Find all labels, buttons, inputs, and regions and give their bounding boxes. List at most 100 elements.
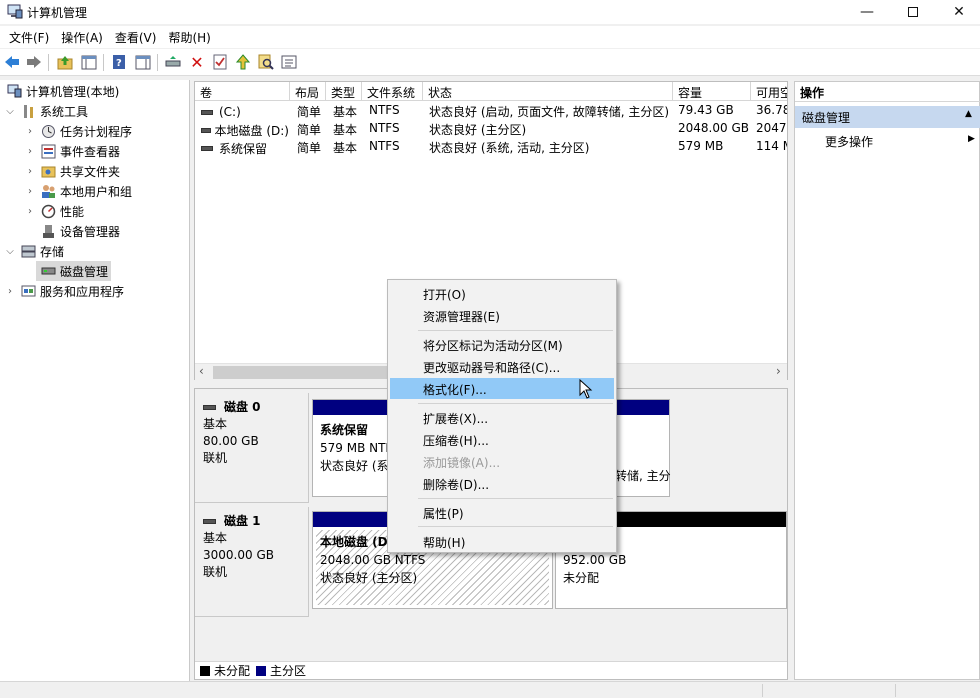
- menu-help[interactable]: 帮助(H): [162, 26, 216, 48]
- menu-item-explore[interactable]: 资源管理器(E): [390, 305, 614, 326]
- tree-item-services-apps[interactable]: › 服务和应用程序: [4, 281, 124, 301]
- tree-item-shared-folders[interactable]: › 共享文件夹: [24, 161, 120, 181]
- more-actions-item[interactable]: 更多操作: [825, 133, 873, 150]
- tree-item-system-tools[interactable]: ⌵ 系统工具: [4, 101, 88, 121]
- performance-icon: [40, 203, 56, 219]
- computer-management-icon: [6, 83, 22, 99]
- disk-type: 基本: [203, 417, 228, 431]
- collapse-up-icon[interactable]: ▲: [965, 109, 972, 119]
- show-hide-action-pane-button[interactable]: [134, 53, 152, 71]
- show-hide-tree-button[interactable]: [80, 53, 98, 71]
- menu-item-delete-volume[interactable]: 删除卷(D)...: [390, 473, 614, 494]
- connect-drive-button[interactable]: [164, 53, 182, 71]
- maximize-button[interactable]: [890, 0, 936, 24]
- disk-size: 80.00 GB: [203, 434, 259, 448]
- volume-name-cell: 本地磁盘 (D:): [197, 121, 289, 139]
- up-folder-button[interactable]: [56, 53, 74, 71]
- menu-item-properties[interactable]: 属性(P): [390, 502, 614, 523]
- menu-action[interactable]: 操作(A): [55, 26, 109, 48]
- forward-button[interactable]: [25, 53, 43, 71]
- disk-1-label[interactable]: 磁盘 1 基本 3000.00 GB 联机: [195, 507, 309, 617]
- delete-button[interactable]: ✕: [188, 52, 206, 72]
- column-header-filesystem[interactable]: 文件系统: [362, 82, 423, 101]
- status-cell: 状态良好 (启动, 页面文件, 故障转储, 主分区): [429, 105, 670, 119]
- column-header-type[interactable]: 类型: [326, 82, 362, 101]
- toolbar-separator: [48, 54, 49, 71]
- help-book-icon: ?: [113, 55, 125, 69]
- users-icon: [40, 183, 56, 199]
- tree-item-event-viewer[interactable]: › 事件查看器: [24, 141, 120, 161]
- red-x-icon: ✕: [190, 52, 204, 72]
- computer-management-icon: [7, 4, 23, 19]
- column-header-status[interactable]: 状态: [423, 82, 673, 101]
- mouse-cursor-icon: [579, 379, 593, 399]
- free-space-cell: 36.78: [756, 103, 787, 117]
- forward-arrow-icon: [27, 56, 41, 68]
- search-button[interactable]: [257, 53, 275, 71]
- chevron-right-icon[interactable]: ›: [24, 206, 36, 217]
- close-button[interactable]: ✕: [936, 0, 980, 24]
- volume-icon: [201, 109, 213, 115]
- type-cell: 基本: [333, 141, 358, 155]
- menu-item-extend-volume[interactable]: 扩展卷(X)...: [390, 407, 614, 428]
- legend-primary: 主分区: [270, 664, 307, 678]
- minimize-button[interactable]: —: [844, 0, 890, 24]
- tree-item-root[interactable]: 计算机管理(本地): [2, 81, 119, 101]
- properties-button[interactable]: [211, 53, 229, 71]
- chevron-down-icon[interactable]: ⌵: [4, 106, 16, 117]
- back-button[interactable]: [3, 53, 21, 71]
- type-cell: 基本: [333, 123, 358, 137]
- menu-item-help[interactable]: 帮助(H): [390, 531, 614, 552]
- close-icon: ✕: [953, 4, 965, 20]
- disk-0-label[interactable]: 磁盘 0 基本 80.00 GB 联机: [195, 393, 309, 503]
- menu-item-shrink-volume[interactable]: 压缩卷(H)...: [390, 429, 614, 450]
- tree-item-storage[interactable]: ⌵ 存储: [4, 241, 64, 261]
- filesystem-cell: NTFS: [369, 103, 400, 117]
- disk-icon: [203, 519, 216, 524]
- column-header-layout[interactable]: 布局: [290, 82, 326, 101]
- folder-up-icon: [57, 55, 73, 69]
- chevron-right-icon[interactable]: ›: [24, 186, 36, 197]
- column-header-free-space[interactable]: 可用空: [751, 82, 787, 101]
- view-button[interactable]: [280, 53, 298, 71]
- tree-item-task-scheduler[interactable]: › 任务计划程序: [24, 121, 132, 141]
- filesystem-cell: NTFS: [369, 121, 400, 135]
- capacity-cell: 2048.00 GB: [678, 121, 749, 135]
- layout-cell: 简单: [297, 123, 322, 137]
- actions-section-disk-management[interactable]: 磁盘管理 ▲: [795, 106, 980, 128]
- chevron-right-icon[interactable]: ›: [24, 126, 36, 137]
- toolbar-separator: [157, 54, 158, 71]
- menu-item-mark-active[interactable]: 将分区标记为活动分区(M): [390, 334, 614, 355]
- volume-icon: [201, 127, 211, 133]
- type-cell: 基本: [333, 105, 358, 119]
- menu-item-change-drive-letter[interactable]: 更改驱动器号和路径(C)...: [390, 356, 614, 377]
- menu-view[interactable]: 查看(V): [109, 26, 163, 48]
- toolbar-separator: [103, 54, 104, 71]
- disk-0-partition-c-status: 转储, 主分: [615, 469, 671, 483]
- chevron-right-icon[interactable]: ›: [24, 146, 36, 157]
- chevron-right-icon[interactable]: ›: [24, 166, 36, 177]
- export-button[interactable]: [234, 53, 252, 71]
- column-header-volume[interactable]: 卷: [195, 82, 290, 101]
- menu-file[interactable]: 文件(F): [3, 26, 55, 48]
- disk-type: 基本: [203, 531, 228, 545]
- volume-icon: [201, 145, 213, 151]
- minimize-icon: —: [860, 4, 874, 20]
- tree-item-local-users[interactable]: › 本地用户和组: [24, 181, 132, 201]
- actions-pane: 操作 磁盘管理 ▲ 更多操作 ▶: [794, 81, 980, 680]
- chevron-right-icon[interactable]: ›: [4, 286, 16, 297]
- scroll-left-icon[interactable]: ‹: [199, 364, 204, 378]
- tree-item-disk-management[interactable]: 磁盘管理: [36, 261, 112, 281]
- scroll-right-icon[interactable]: ›: [776, 364, 781, 378]
- layout-cell: 简单: [297, 141, 322, 155]
- help-button[interactable]: ?: [110, 53, 128, 71]
- menu-bar: 文件(F) 操作(A) 查看(V) 帮助(H): [0, 26, 980, 48]
- tree-item-performance[interactable]: › 性能: [24, 201, 84, 221]
- column-header-capacity[interactable]: 容量: [673, 82, 751, 101]
- unallocated-size: 952.00 GB: [563, 553, 627, 567]
- console-tree-icon: [81, 55, 97, 69]
- chevron-down-icon[interactable]: ⌵: [4, 246, 16, 257]
- menu-item-open[interactable]: 打开(O): [390, 283, 614, 304]
- tools-icon: [20, 103, 36, 119]
- tree-item-device-manager[interactable]: 设备管理器: [36, 221, 120, 241]
